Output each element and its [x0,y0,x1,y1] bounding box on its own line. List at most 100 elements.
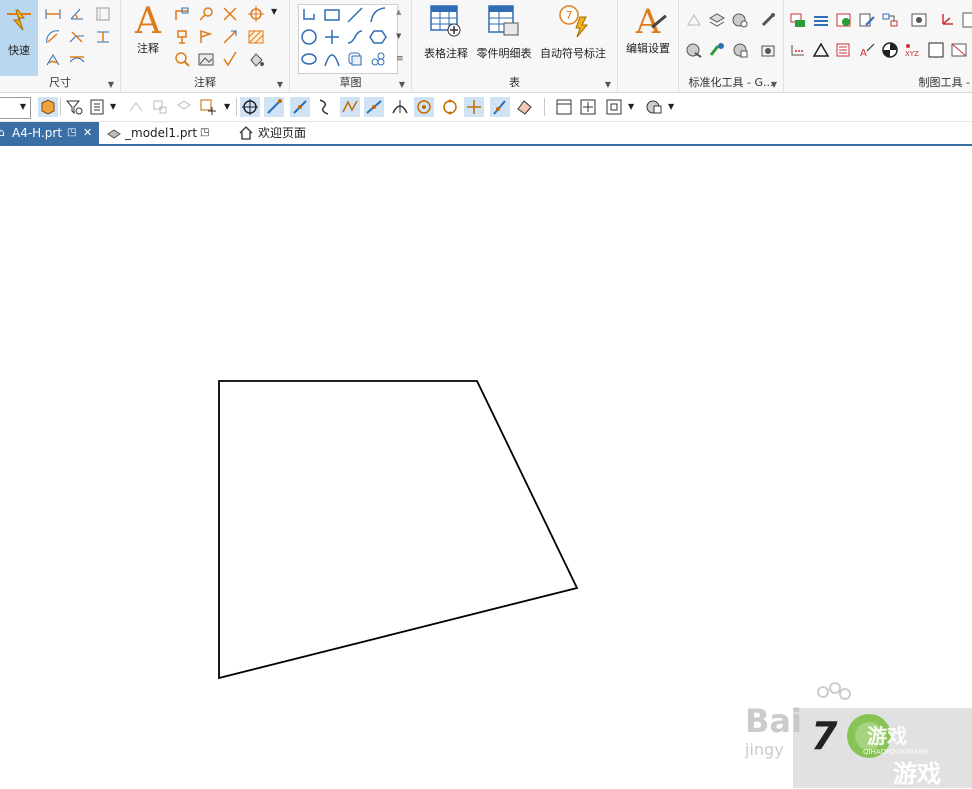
arc-center-icon[interactable] [364,97,384,117]
point-snap-dropdown-icon[interactable]: ▼ [224,102,230,111]
drafting-tool-11-icon[interactable] [835,41,853,59]
offset-curve-icon[interactable] [346,50,364,68]
circle-point-icon[interactable] [440,97,460,117]
datum-feature-icon[interactable] [197,5,215,23]
standard-tool-4-icon[interactable] [759,11,777,29]
sketch-gallery-scroll-up[interactable]: ▲ [396,8,401,16]
angular-dimension-icon[interactable] [68,5,86,23]
point-icon[interactable] [323,28,341,46]
table-note-button[interactable]: 表格注释 [420,3,472,61]
snap-off-2-icon[interactable] [150,97,170,117]
target-point-icon[interactable] [247,5,265,23]
datum-target-icon[interactable] [173,28,191,46]
quadrilateral-outline[interactable] [218,380,579,680]
drafting-tool-8-icon[interactable] [962,11,972,29]
cross-symbol-icon[interactable] [221,5,239,23]
standard-tool-5-icon[interactable] [685,41,703,59]
grid-points-icon[interactable] [789,41,807,59]
standard-tools-group-more-icon[interactable]: ▼ [771,80,777,89]
tangent-point-icon[interactable] [390,97,410,117]
render-style-icon[interactable] [644,97,664,117]
radial-dimension-icon[interactable] [44,28,62,46]
fit-view-icon[interactable] [604,97,624,117]
chamfer-dimension-icon[interactable] [68,28,86,46]
tab-close-icon[interactable]: ✕ [83,122,92,144]
point-snap-icon[interactable] [198,97,218,117]
ordinate-dimension-icon[interactable] [94,5,112,23]
image-icon[interactable] [197,50,215,68]
existing-point-icon[interactable] [464,97,484,117]
snap-off-1-icon[interactable] [126,97,146,117]
tab-a4-h-prt[interactable]: ⌂ A4-H.prt ◳ ✕ [0,122,99,144]
standard-tool-8-icon[interactable] [759,41,777,59]
weld-symbol-icon[interactable] [197,28,215,46]
tab-model1-prt[interactable]: _model1.prt ◳ [104,122,219,144]
annotation-arrow-icon[interactable]: A [858,41,876,59]
intersection-point-icon[interactable] [340,97,360,117]
select-all-icon[interactable] [88,97,108,117]
magnifier-detail-icon[interactable] [173,50,191,68]
snap-off-3-icon[interactable] [174,97,194,117]
filter-icon[interactable] [64,97,84,117]
standard-tool-1-icon[interactable] [685,11,703,29]
feature-control-frame-icon[interactable] [173,5,191,23]
rectangle-icon[interactable] [323,6,341,24]
linear-dimension-icon[interactable] [44,5,62,23]
drafting-tool-6-icon[interactable] [910,11,928,29]
quick-dimension-button[interactable]: 快速 [0,0,38,76]
dimension-group-more-icon[interactable]: ▼ [108,80,114,89]
control-point-icon[interactable] [314,97,334,117]
sketch-gallery-scroll-down[interactable]: ▼ [396,32,401,40]
center-mark-icon[interactable] [221,28,239,46]
target-dropdown-icon[interactable]: ▼ [271,7,277,16]
drafting-tool-1-icon[interactable] [789,11,807,29]
circle-icon[interactable] [300,28,318,46]
fit-view-dropdown-icon[interactable]: ▼ [628,102,634,111]
sketch-group-more-icon[interactable]: ▼ [399,80,405,89]
point-on-surface-icon[interactable] [514,97,534,117]
standard-tool-6-icon[interactable] [708,41,726,59]
xyz-icon[interactable]: XYZ [904,41,922,59]
standard-tool-3-icon[interactable] [731,11,749,29]
render-style-dropdown-icon[interactable]: ▼ [668,102,674,111]
hatch-icon[interactable] [247,28,265,46]
drafting-tool-13-icon[interactable] [881,41,899,59]
pattern-curve-icon[interactable] [369,50,387,68]
conic-icon[interactable] [323,50,341,68]
quadrant-point-icon[interactable] [414,97,434,117]
standard-tool-7-icon[interactable] [731,41,749,59]
mid-point-icon[interactable] [290,97,310,117]
sketch-gallery-expand[interactable]: ≡ [396,54,404,64]
drafting-tool-16-icon[interactable] [950,41,968,59]
studio-spline-icon[interactable] [346,28,364,46]
arc-length-dimension-icon[interactable] [44,50,62,68]
surface-finish-icon[interactable] [221,50,239,68]
arc-icon[interactable] [369,6,387,24]
select-all-dropdown-icon[interactable]: ▼ [110,102,116,111]
tab-welcome-page[interactable]: 欢迎页面 [236,122,316,144]
annotation-group-more-icon[interactable]: ▼ [277,80,283,89]
type-filter-select[interactable]: ▼ [0,97,31,119]
polygon-icon[interactable] [369,28,387,46]
profile-icon[interactable] [300,6,318,24]
end-point-icon[interactable] [264,97,284,117]
thickness-dimension-icon[interactable] [94,28,112,46]
area-fill-icon[interactable] [247,50,265,68]
auto-balloon-button[interactable]: 7 自动符号标注 [536,3,610,61]
pan-view-icon[interactable] [578,97,598,117]
point-on-curve-icon[interactable] [490,97,510,117]
triangle-icon[interactable] [812,41,830,59]
edit-settings-button[interactable]: A 编辑设置 [622,2,674,56]
perimeter-dimension-icon[interactable] [68,50,86,68]
table-group-more-icon[interactable]: ▼ [605,80,611,89]
drafting-tool-2-icon[interactable] [812,11,830,29]
sheet-view-icon[interactable] [554,97,574,117]
drafting-tool-4-icon[interactable] [858,11,876,29]
line-icon[interactable] [346,6,364,24]
frame-box-icon[interactable] [927,41,945,59]
drafting-tool-5-icon[interactable] [881,11,899,29]
snap-point-enable-icon[interactable] [240,97,260,117]
drafting-tool-3-icon[interactable] [835,11,853,29]
annotation-button[interactable]: A 注释 [127,2,169,56]
parts-list-button[interactable]: 零件明细表 [474,3,534,61]
